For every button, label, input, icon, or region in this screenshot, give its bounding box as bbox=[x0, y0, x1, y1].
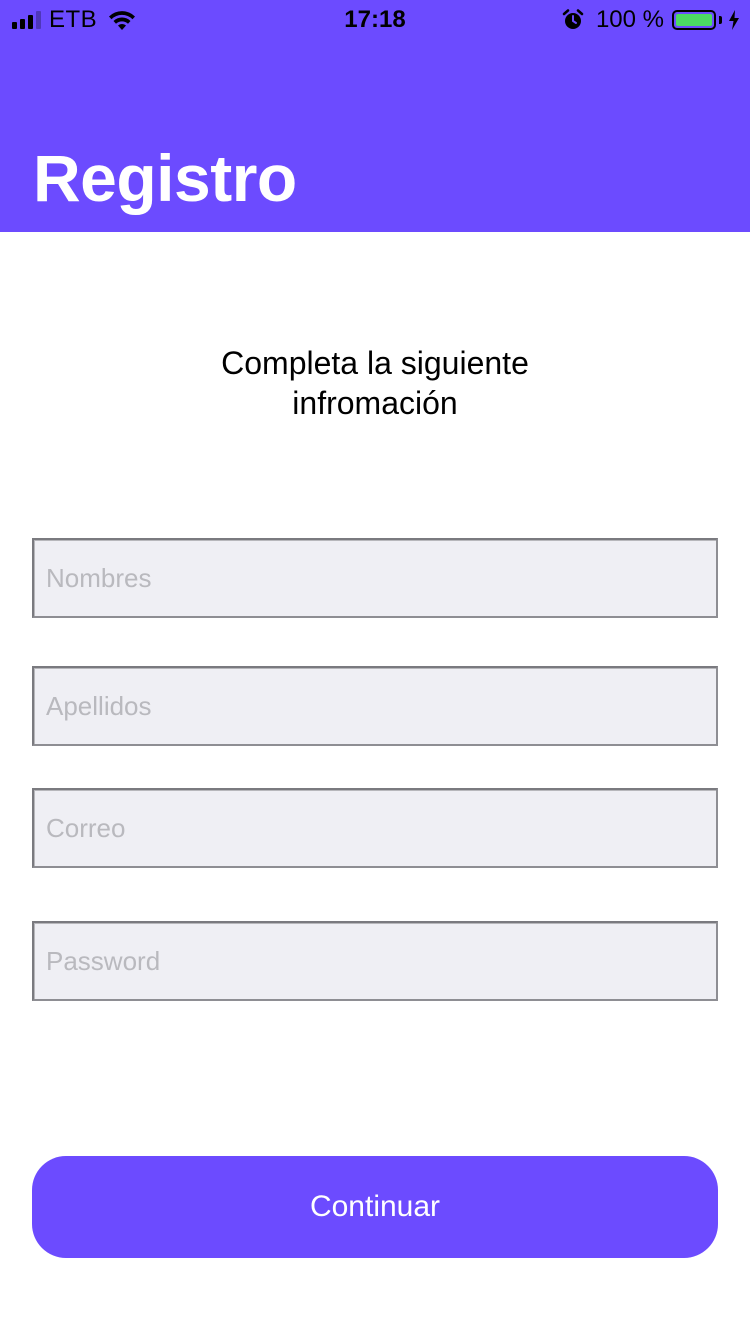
last-names-input[interactable] bbox=[32, 666, 718, 746]
instructions-line-2: infromación bbox=[292, 385, 458, 421]
status-right: 100 % bbox=[562, 6, 740, 34]
password-input[interactable] bbox=[32, 921, 718, 1001]
charging-bolt-icon bbox=[729, 10, 739, 30]
status-bar: ETB 17:18 100 % bbox=[0, 0, 750, 40]
continue-button[interactable]: Continuar bbox=[32, 1156, 718, 1258]
alarm-clock-icon bbox=[562, 9, 584, 29]
battery-tip bbox=[719, 16, 722, 24]
email-input[interactable] bbox=[32, 788, 718, 868]
page-title: Registro bbox=[33, 141, 297, 215]
battery-percentage: 100 % bbox=[595, 6, 664, 33]
battery-level-fill bbox=[676, 14, 712, 26]
instructions-line-1: Completa la siguiente bbox=[221, 345, 529, 381]
header-bar: ETB 17:18 100 % Registro bbox=[0, 0, 750, 232]
battery-icon bbox=[672, 10, 716, 30]
registration-screen: ETB 17:18 100 % Registro Completa la sig… bbox=[0, 0, 750, 1334]
first-names-input[interactable] bbox=[32, 538, 718, 618]
form-instructions: Completa la siguiente infromación bbox=[0, 343, 750, 423]
